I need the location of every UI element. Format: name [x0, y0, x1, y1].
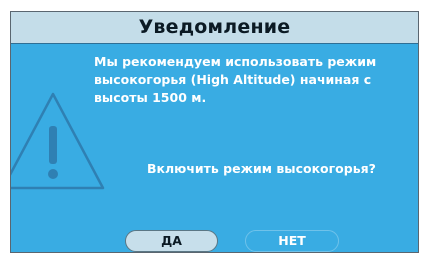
notice-dialog: Уведомление Мы рекомендуем использовать …	[10, 11, 419, 253]
dialog-question: Включить режим высокогорья?	[147, 161, 376, 176]
dialog-title-bar: Уведомление	[11, 12, 418, 44]
dialog-message: Мы рекомендуем использовать режим высоко…	[94, 54, 377, 105]
dialog-title: Уведомление	[138, 16, 291, 38]
no-button[interactable]: НЕТ	[245, 230, 339, 252]
yes-button[interactable]: ДА	[125, 230, 218, 252]
